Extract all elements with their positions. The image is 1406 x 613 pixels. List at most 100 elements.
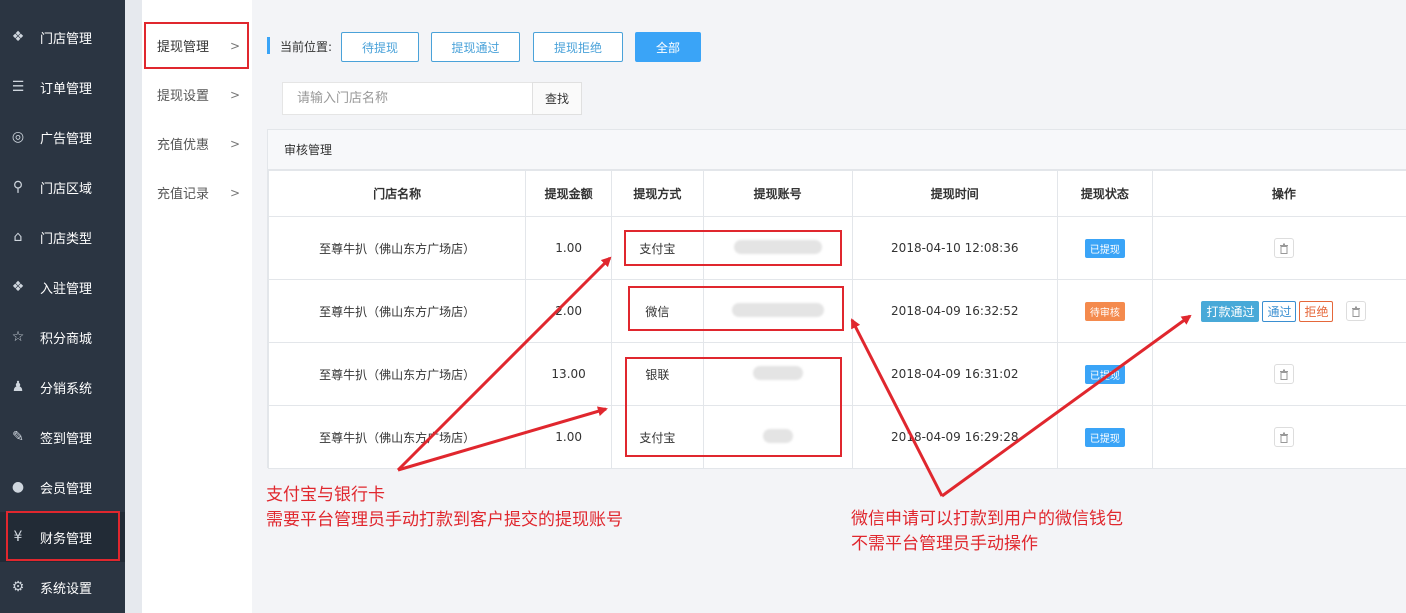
annotation-right-line2: 不需平台管理员手动操作	[851, 534, 1038, 554]
column-header: 提现时间	[851, 170, 1059, 217]
table-row: 至尊牛扒（佛山东方广场店） 1.00 支付宝 2018-04-10 12:08:…	[267, 216, 1406, 280]
sidebar-item-ad-management[interactable]: ◎ 广告管理	[0, 112, 125, 162]
column-header: 提现金额	[525, 170, 613, 217]
store-name-cell: 至尊牛扒（佛山东方广场店）	[267, 279, 527, 343]
sidebar-item-label: 会员管理	[40, 481, 93, 497]
status-cell: 待审核	[1057, 279, 1153, 343]
sidebar-item-store-region[interactable]: ⚲ 门店区域	[0, 162, 125, 212]
sidebar-item-member[interactable]: ● 会员管理	[0, 462, 125, 512]
blurred-account	[731, 302, 824, 317]
sidebar-item-label: 财务管理	[40, 531, 93, 547]
column-header: 提现状态	[1057, 170, 1153, 217]
sidebar-item-finance[interactable]: ¥ 财务管理	[0, 512, 125, 562]
annotation-left-line2: 需要平台管理员手动打款到客户提交的提现账号	[266, 510, 623, 530]
table-row: 至尊牛扒（佛山东方广场店） 13.00 银联 2018-04-09 16:31:…	[267, 342, 1406, 406]
amount-cell: 2.00	[525, 279, 613, 343]
sidebar-item-store-management[interactable]: ❖ 门店管理	[0, 12, 125, 62]
time-cell: 2018-04-09 16:31:02	[851, 342, 1059, 406]
store-search-input[interactable]	[282, 82, 533, 115]
actions-cell: 打款通过 通过 拒绝	[1151, 279, 1406, 343]
delete-button[interactable]	[1346, 301, 1367, 321]
list-icon: ☰	[11, 79, 25, 95]
reject-button[interactable]: 拒绝	[1299, 300, 1334, 322]
search-button[interactable]: 查找	[532, 82, 582, 115]
amount-cell: 1.00	[525, 405, 613, 469]
status-cell: 已提现	[1057, 405, 1153, 469]
subnav-item-withdraw-management[interactable]: 提现管理 >	[142, 21, 252, 70]
method-cell: 微信	[611, 279, 704, 343]
trash-icon	[1352, 306, 1361, 317]
subnav-item-label: 充值优惠	[157, 138, 210, 153]
sidebar-item-label: 积分商城	[40, 331, 93, 347]
current-location-label: 当前位置:	[280, 40, 333, 54]
star-icon: ☆	[11, 329, 25, 345]
annotation-left: 支付宝与银行卡 需要平台管理员手动打款到客户提交的提现账号	[266, 483, 623, 533]
gear-icon: ⚙	[11, 579, 25, 595]
delete-button[interactable]	[1273, 238, 1294, 258]
actions-cell	[1151, 342, 1406, 406]
trash-icon	[1279, 243, 1288, 254]
sidebar-item-settings[interactable]: ⚙ 系统设置	[0, 562, 125, 612]
filter-pending-button[interactable]: 待提现	[341, 32, 419, 62]
subnav-item-label: 提现管理	[157, 40, 210, 55]
subnav-item-recharge-discount[interactable]: 充值优惠 >	[142, 119, 252, 168]
review-panel: 审核管理 门店名称 提现金额 提现方式 提现账号 提现时间 提现状态 操作 至尊…	[267, 129, 1406, 469]
status-badge: 已提现	[1084, 427, 1125, 447]
sidebar-item-label: 系统设置	[40, 581, 93, 597]
user-icon: ●	[11, 479, 25, 495]
sidebar-item-points-mall[interactable]: ☆ 积分商城	[0, 312, 125, 362]
yen-icon: ¥	[13, 529, 23, 545]
sidebar-item-label: 签到管理	[40, 431, 93, 447]
column-divider	[125, 0, 142, 613]
sidebar-item-checkin[interactable]: ✎ 签到管理	[0, 412, 125, 462]
filter-rejected-button[interactable]: 提现拒绝	[533, 32, 623, 62]
withdraw-table: 门店名称 提现金额 提现方式 提现账号 提现时间 提现状态 操作 至尊牛扒（佛山…	[267, 170, 1406, 469]
approve-button[interactable]: 通过	[1262, 300, 1297, 322]
store-name-cell: 至尊牛扒（佛山东方广场店）	[267, 216, 527, 280]
table-header-row: 门店名称 提现金额 提现方式 提现账号 提现时间 提现状态 操作	[267, 170, 1406, 217]
sidebar-item-label: 分销系统	[40, 381, 93, 397]
time-cell: 2018-04-10 12:08:36	[851, 216, 1059, 280]
store-name-cell: 至尊牛扒（佛山东方广场店）	[267, 342, 527, 406]
store-name-cell: 至尊牛扒（佛山东方广场店）	[267, 405, 527, 469]
subnav-item-label: 提现设置	[157, 89, 210, 104]
blurred-account	[733, 239, 822, 254]
delete-button[interactable]	[1273, 427, 1294, 447]
pay-approve-button[interactable]: 打款通过	[1201, 300, 1260, 322]
status-badge: 已提现	[1084, 238, 1125, 258]
actions-cell	[1151, 405, 1406, 469]
status-badge: 待审核	[1084, 301, 1125, 321]
amount-cell: 13.00	[525, 342, 613, 406]
filter-approved-button[interactable]: 提现通过	[431, 32, 520, 62]
sidebar-item-order-management[interactable]: ☰ 订单管理	[0, 62, 125, 112]
column-header: 提现方式	[611, 170, 704, 217]
blurred-account	[752, 365, 803, 380]
edit-icon: ✎	[12, 429, 24, 445]
sidebar-item-store-type[interactable]: ⌂ 门店类型	[0, 212, 125, 262]
sidebar-item-label: 入驻管理	[40, 281, 93, 297]
filter-all-button[interactable]: 全部	[635, 32, 701, 62]
method-cell: 支付宝	[611, 405, 704, 469]
status-cell: 已提现	[1057, 342, 1153, 406]
subnav-item-recharge-records[interactable]: 充值记录 >	[142, 168, 252, 217]
account-cell	[702, 216, 853, 280]
users-icon: ♟	[11, 379, 25, 395]
bank-icon: ⌂	[13, 229, 23, 245]
actions-cell	[1151, 216, 1406, 280]
trash-icon	[1279, 369, 1288, 380]
amount-cell: 1.00	[525, 216, 613, 280]
trash-icon	[1279, 432, 1288, 443]
sidebar-item-label: 门店管理	[40, 31, 93, 47]
status-cell: 已提现	[1057, 216, 1153, 280]
sidebar-item-distribution[interactable]: ♟ 分销系统	[0, 362, 125, 412]
column-header: 门店名称	[267, 170, 527, 217]
subnav-item-withdraw-settings[interactable]: 提现设置 >	[142, 70, 252, 119]
sidebar-item-settle-in[interactable]: ❖ 入驻管理	[0, 262, 125, 312]
delete-button[interactable]	[1273, 364, 1294, 384]
lifebuoy-icon: ◎	[11, 129, 25, 145]
cubes-icon: ❖	[11, 279, 25, 295]
blurred-account	[762, 428, 793, 443]
table-row: 至尊牛扒（佛山东方广场店） 1.00 支付宝 2018-04-09 16:29:…	[267, 405, 1406, 469]
method-cell: 银联	[611, 342, 704, 406]
annotation-right: 微信申请可以打款到用户的微信钱包 不需平台管理员手动操作	[851, 507, 1123, 557]
